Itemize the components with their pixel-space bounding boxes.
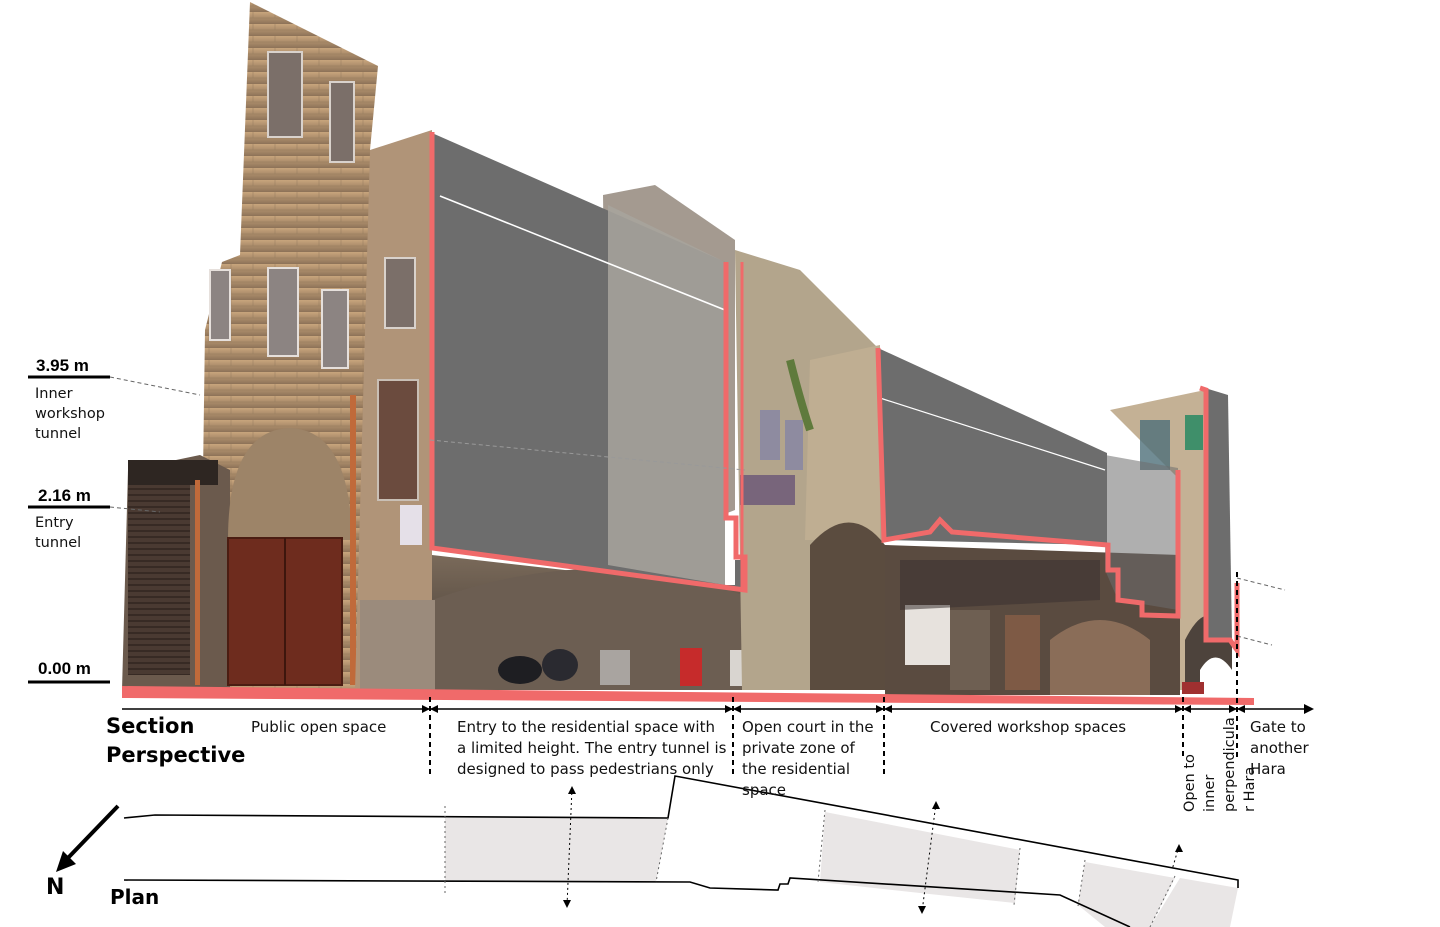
zone-label-open-court: Open court in the private zone of the re… [742, 718, 874, 799]
zone-label-open-inner-line-3: perpendicula [1222, 717, 1238, 812]
zone-label-covered-workshop: Covered workshop spaces [930, 718, 1127, 736]
zone-label-public-open-space: Public open space [251, 718, 387, 736]
level-label-216: 2.16 m [38, 486, 91, 505]
zone-label-gate: Gate to another Hara [1250, 718, 1309, 778]
plan-label: Plan [110, 885, 160, 909]
north-label: N [46, 875, 65, 900]
north-arrow-icon [56, 804, 120, 872]
level-label-000: 0.00 m [38, 659, 91, 678]
level-label-395: 3.95 m [36, 356, 89, 375]
rolling-shutter [128, 485, 190, 675]
plan-shaded-zone-2 [820, 812, 1020, 903]
plan-drawing [123, 775, 1239, 927]
zone-label-open-inner-line-1: Open to [1182, 754, 1198, 812]
zone-label-open-inner-line-2: inner [1202, 774, 1218, 812]
zone-label-entry: Entry to the residential space with a li… [457, 718, 727, 778]
level-desc-entry-tunnel: Entry tunnel [35, 515, 82, 551]
section-title-line-1: Section [106, 714, 195, 738]
zone-label-open-inner-line-4: r Hara [1242, 766, 1258, 812]
level-desc-inner-workshop-tunnel: Inner workshop tunnel [35, 386, 105, 442]
section-title-line-2: Perspective [106, 743, 246, 767]
plan-shaded-zone-1 [445, 818, 668, 882]
